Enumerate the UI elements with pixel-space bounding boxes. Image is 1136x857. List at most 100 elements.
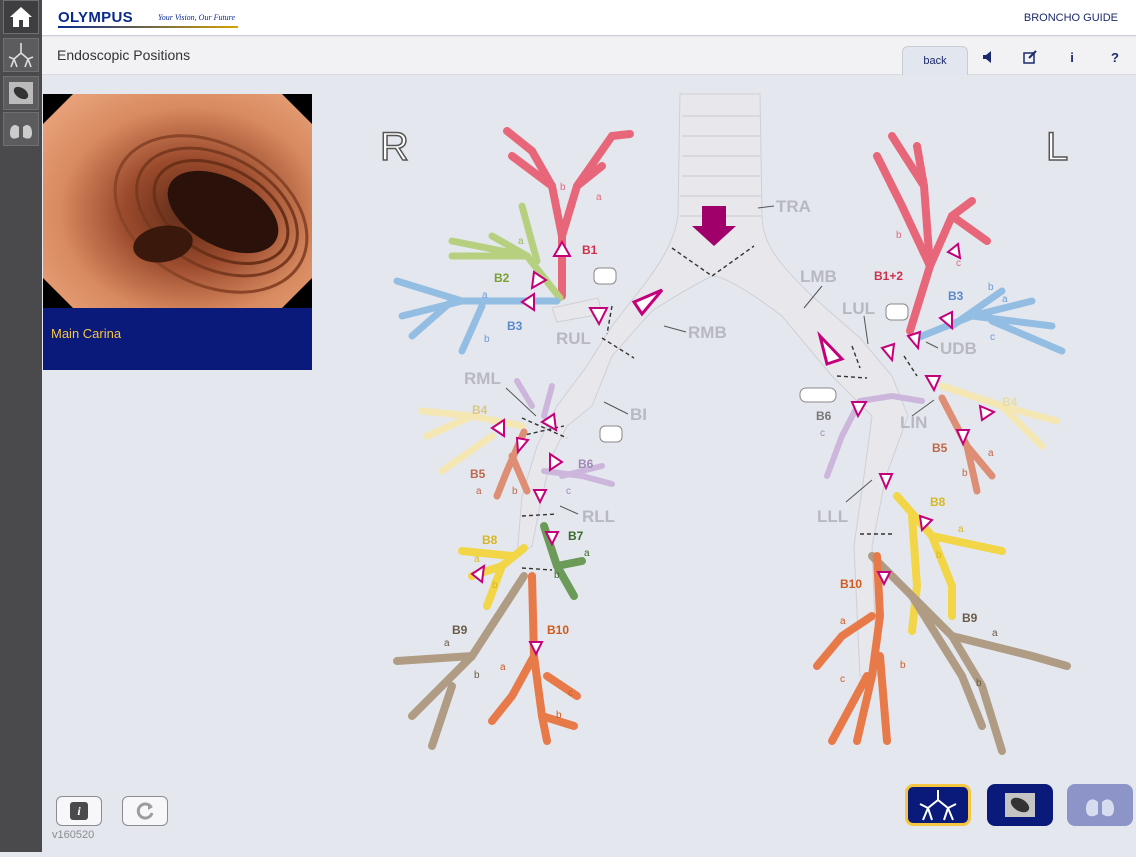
left-b9 (872, 556, 1067, 751)
label-rb8: B8 (482, 533, 498, 547)
endoscope-view-toggle[interactable] (987, 784, 1053, 826)
label-lll: LLL (817, 507, 848, 526)
left-b8 (897, 496, 1002, 631)
rb6-arrow (550, 454, 562, 470)
refresh-button[interactable] (122, 796, 168, 826)
edit-button[interactable] (1019, 46, 1041, 68)
sub-lb5-b: b (962, 468, 968, 479)
label-rb7: B7 (568, 529, 584, 543)
label-rml: RML (464, 369, 501, 388)
left-nav (0, 0, 42, 852)
app-title: BRONCHO GUIDE (1024, 12, 1118, 24)
endoscope-view-icon (7, 79, 35, 107)
lungs-icon (1083, 789, 1117, 821)
label-lb12: B1+2 (874, 269, 903, 283)
sub-lb9-a: a (992, 628, 998, 639)
info-button[interactable]: i (1061, 46, 1083, 68)
label-rb6: B6 (578, 457, 594, 471)
sub-lb12-b: b (896, 230, 902, 241)
sub-rb7-b: b (554, 570, 560, 581)
label-rb10: B10 (547, 623, 569, 637)
info-icon: i (70, 802, 88, 820)
label-rb1: B1 (582, 243, 598, 257)
right-b3 (397, 281, 557, 351)
home-icon (8, 5, 34, 29)
label-lul: LUL (842, 299, 875, 318)
caption-text: Main Carina (51, 326, 121, 341)
position-caption: Main Carina (43, 308, 312, 370)
bronchial-tree-icon (918, 788, 958, 822)
sub-bar: Endoscopic Positions back i ? (42, 37, 1136, 75)
label-lb6: B6 (816, 409, 832, 423)
sub-rb1-b: b (560, 182, 566, 193)
label-udb: UDB (940, 339, 977, 358)
info-panel-button[interactable]: i (56, 796, 102, 826)
tree-view-button[interactable] (905, 784, 971, 826)
rb1-arrow (554, 242, 570, 256)
label-rul: RUL (556, 329, 591, 348)
sub-rb8-b: b (492, 580, 498, 591)
lul-arrow (882, 344, 894, 360)
sub-lb3-b: b (988, 282, 994, 293)
label-lin: LIN (900, 413, 927, 432)
label-rb4: B4 (472, 403, 488, 417)
sub-rb5-a: a (476, 486, 482, 497)
sub-lb3-c: c (990, 332, 995, 343)
sub-lb8-a: a (958, 524, 964, 535)
label-lb9: B9 (962, 611, 978, 625)
right-b9 (397, 576, 524, 746)
label-tra: TRA (776, 197, 811, 216)
right-side-label: R (380, 125, 409, 169)
label-lb4: B4 (1002, 395, 1018, 409)
endoscope-video: Main Carina (43, 94, 312, 370)
refresh-icon (134, 800, 156, 822)
label-bi: BI (630, 405, 647, 424)
sub-rb10-a: a (500, 662, 506, 673)
sub-rb10-c: c (568, 688, 573, 699)
sub-lb10-b: b (900, 660, 906, 671)
left-side-label: L (1046, 125, 1068, 169)
help-button[interactable]: ? (1104, 46, 1126, 68)
label-rb2: B2 (494, 271, 510, 285)
label-lb5: B5 (932, 441, 948, 455)
sub-rb9-b: b (474, 670, 480, 681)
right-b4 (422, 411, 522, 471)
endoscope-view-button[interactable] (3, 76, 39, 110)
lungs-icon (7, 115, 35, 143)
label-rll: RLL (582, 507, 615, 526)
sub-lb6-c: c (820, 428, 825, 439)
label-rmb: RMB (688, 323, 727, 342)
version-label: v160520 (52, 829, 94, 841)
sub-lb10-a: a (840, 616, 846, 627)
bronchial-tree-button[interactable] (3, 38, 39, 72)
sub-rb9-a: a (444, 638, 450, 649)
top-bar: OLYMPUS Your Vision, Our Future BRONCHO … (42, 0, 1136, 36)
left-b12 (877, 136, 987, 331)
brand-tagline: Your Vision, Our Future (158, 13, 235, 22)
sub-rb8-a: a (474, 554, 480, 565)
sub-rb3-a: a (482, 290, 488, 301)
bronchial-diagram: R L TRA RMB LMB RUL BI RML RLL LUL UDB L… (312, 76, 1136, 852)
sub-rb7-a: a (584, 548, 590, 559)
home-button[interactable] (3, 0, 39, 34)
lung-view-button[interactable] (1067, 784, 1133, 826)
brand-logo: OLYMPUS (58, 9, 133, 26)
page-title: Endoscopic Positions (57, 47, 190, 63)
label-rb9: B9 (452, 623, 468, 637)
lb4-arrow (980, 406, 994, 420)
lin-arrow (926, 376, 940, 390)
sub-lb3-a: a (1002, 294, 1008, 305)
back-button[interactable]: back (902, 46, 968, 75)
lungs-button[interactable] (3, 112, 39, 146)
sound-button[interactable] (978, 46, 1000, 68)
sub-rb10-b: b (556, 710, 562, 721)
sub-rb3-b: b (484, 334, 490, 345)
sub-lb9-b: b (976, 678, 982, 689)
sub-rb2-a: a (518, 236, 524, 247)
udb-arrow (908, 332, 920, 348)
sub-rb6-c: c (566, 486, 571, 497)
sub-rb1-a: a (596, 192, 602, 203)
lb12-arrow (948, 244, 960, 258)
speaker-icon (982, 50, 996, 64)
endoscope-view-icon (1003, 791, 1037, 819)
